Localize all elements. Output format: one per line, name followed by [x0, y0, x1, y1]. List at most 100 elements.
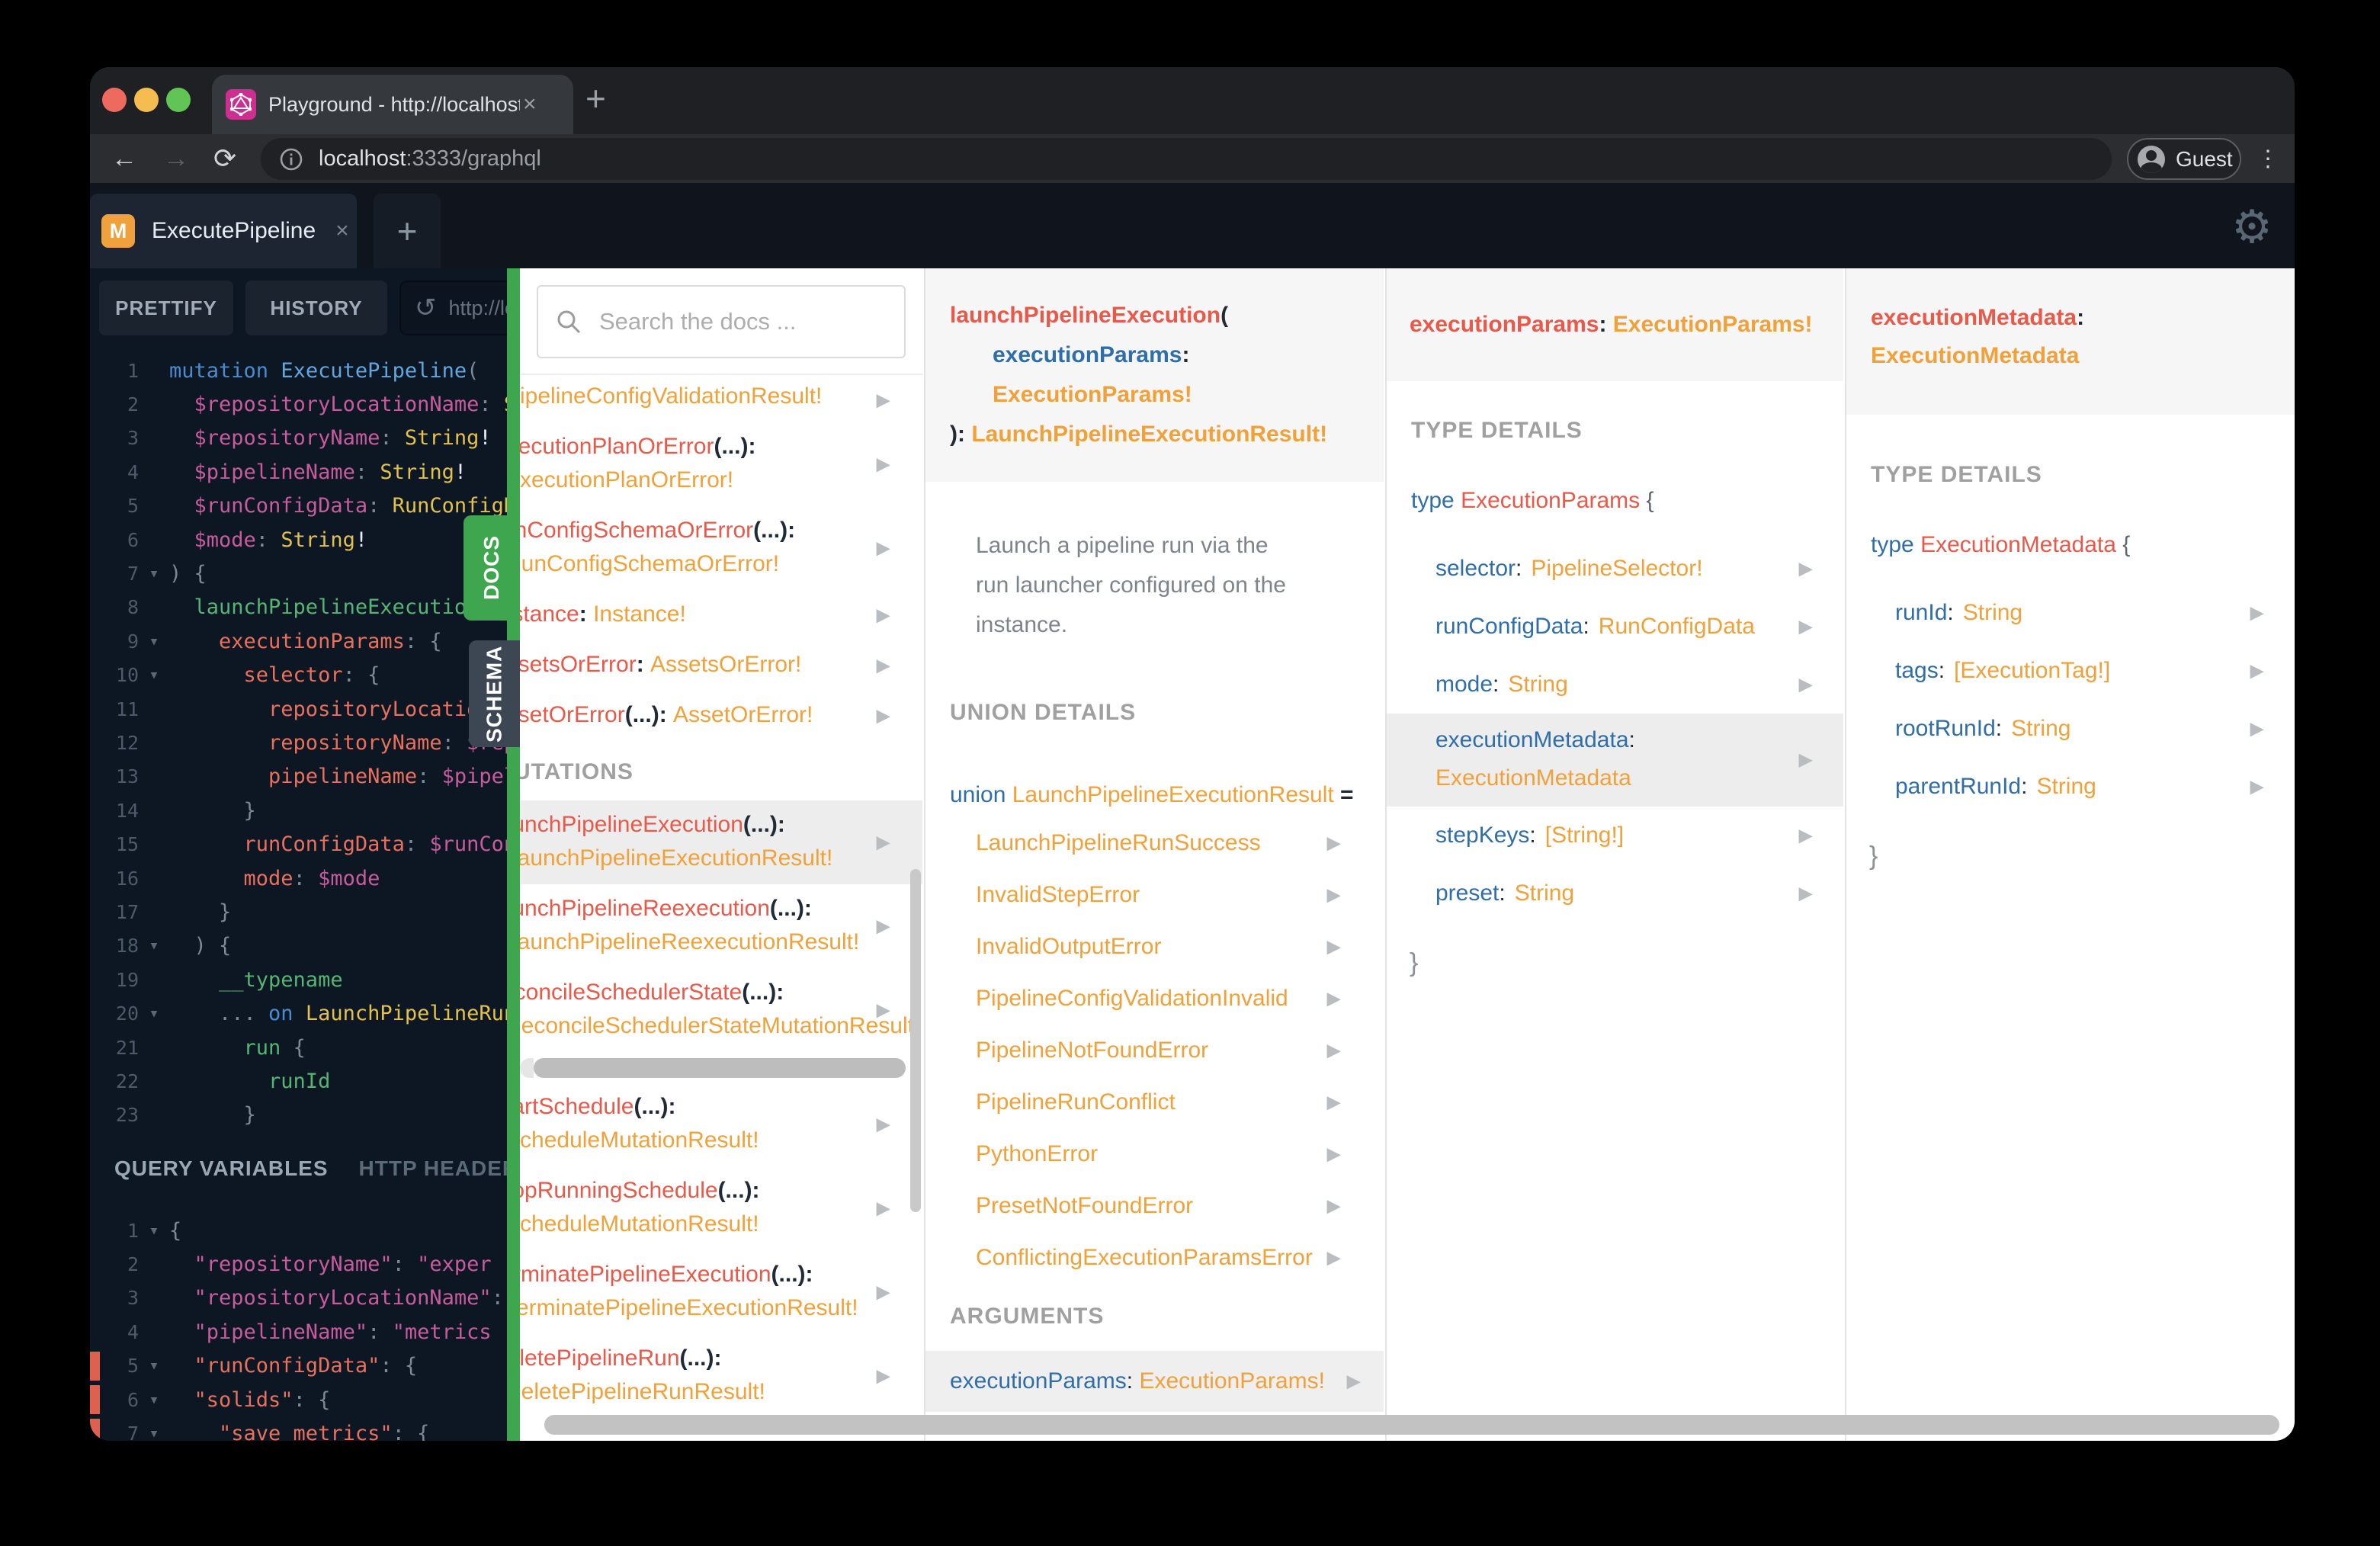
endpoint-input[interactable]: ↺ http://loc: [399, 281, 507, 335]
tab-query-variables[interactable]: QUERY VARIABLES: [114, 1156, 329, 1181]
code-line[interactable]: 9 ▾ executionParams: {: [90, 624, 507, 658]
close-window-button[interactable]: [102, 88, 127, 112]
code-line[interactable]: 11 repositoryLocationName: $repositoryLo…: [90, 692, 507, 726]
tab-http-headers[interactable]: HTTP HEADERS: [359, 1156, 507, 1181]
fold-arrow-icon[interactable]: ▾: [139, 1424, 169, 1441]
docs-item-executionPlanOrError[interactable]: executionPlanOrError(...): ExecutionPlanO…: [520, 422, 922, 506]
query-editor[interactable]: 1 mutation ExecutePipeline(2 $repositoryL…: [90, 354, 507, 1132]
field-row-stepKeys[interactable]: stepKeys: [String!] ▶: [1387, 807, 1843, 864]
union-member-InvalidStepError[interactable]: InvalidStepError ▶: [925, 869, 1384, 921]
code-line[interactable]: 5 $runConfigData: RunConfigData!: [90, 489, 507, 523]
fold-arrow-icon[interactable]: ▾: [139, 1390, 169, 1410]
site-info-icon[interactable]: [279, 147, 303, 172]
schema-side-tab[interactable]: SCHEMA: [469, 640, 520, 747]
code-line[interactable]: 6 $mode: String!: [90, 523, 507, 556]
field-row-parentRunId[interactable]: parentRunId: String ▶: [1846, 758, 2295, 816]
code-line[interactable]: 19 __typename: [90, 963, 507, 996]
list-horizontal-scrollbar[interactable]: [520, 1052, 922, 1083]
union-member-PipelineRunConflict[interactable]: PipelineRunConflict ▶: [925, 1076, 1384, 1128]
prettify-button[interactable]: PRETTIFY: [99, 281, 233, 335]
docs-item-assetsOrError[interactable]: assetsOrError: AssetsOrError! ▶: [520, 640, 922, 691]
minimize-window-button[interactable]: [134, 88, 159, 112]
docs-side-tab[interactable]: DOCS: [463, 515, 520, 621]
docs-item-launchPipelineReexecution[interactable]: launchPipelineReexecution(...): LaunchPip…: [520, 884, 922, 968]
tab-execute-pipeline[interactable]: M ExecutePipeline ×: [90, 194, 357, 268]
code-line[interactable]: 8 launchPipelineExecution(: [90, 591, 507, 624]
code-line[interactable]: 2 $repositoryLocationName: String!: [90, 387, 507, 421]
browser-menu-icon[interactable]: ⋮: [2257, 134, 2279, 183]
reload-schema-icon[interactable]: ↺: [415, 293, 437, 323]
zoom-window-button[interactable]: [166, 88, 191, 112]
docs-horizontal-scrollbar[interactable]: [544, 1415, 2279, 1435]
history-button[interactable]: HISTORY: [245, 281, 387, 335]
code-line[interactable]: 1 mutation ExecutePipeline(: [90, 354, 507, 387]
docs-search-input[interactable]: Search the docs ...: [537, 285, 906, 358]
code-line[interactable]: 2 "repositoryName": "exper: [90, 1247, 507, 1281]
settings-gear-icon[interactable]: ⚙: [2221, 194, 2282, 261]
field-row-preset[interactable]: preset: String ▶: [1387, 864, 1843, 922]
docs-item-deletePipelineRun[interactable]: deletePipelineRun(...): DeletePipelineRun…: [520, 1334, 922, 1418]
fold-arrow-icon[interactable]: ▾: [139, 564, 169, 583]
field-row-rootRunId[interactable]: rootRunId: String ▶: [1846, 700, 2295, 758]
code-line[interactable]: 10 ▾ selector: {: [90, 659, 507, 692]
code-line[interactable]: 17 }: [90, 895, 507, 929]
union-member-PipelineNotFoundError[interactable]: PipelineNotFoundError ▶: [925, 1025, 1384, 1076]
code-line[interactable]: 3 $repositoryName: String!: [90, 422, 507, 455]
union-member-PythonError[interactable]: PythonError ▶: [925, 1128, 1384, 1180]
back-icon[interactable]: ←: [111, 134, 137, 183]
variables-editor[interactable]: 1 ▾{2 "repositoryName": "exper 3 "reposito…: [90, 1214, 507, 1441]
code-line[interactable]: 3 "repositoryLocationName":: [90, 1281, 507, 1315]
union-member-LaunchPipelineRunSuccess[interactable]: LaunchPipelineRunSuccess ▶: [925, 817, 1384, 869]
forward-icon[interactable]: →: [163, 134, 189, 183]
add-playground-tab-button[interactable]: +: [374, 194, 441, 268]
code-line[interactable]: 16 mode: $mode: [90, 861, 507, 895]
docs-item-launchPipelineExecution[interactable]: launchPipelineExecution(...): LaunchPipel…: [520, 800, 922, 884]
code-line[interactable]: 21 run {: [90, 1031, 507, 1064]
code-line[interactable]: 6 ▾ "solids": {: [90, 1383, 507, 1416]
browser-tab[interactable]: Playground - http://localhost:3 ×: [212, 75, 573, 134]
field-row-tags[interactable]: tags: [ExecutionTag!] ▶: [1846, 642, 2295, 700]
code-line[interactable]: 22 runId: [90, 1064, 507, 1098]
docs-item[interactable]: PipelineConfigValidationResult! ▶: [520, 378, 922, 422]
code-line[interactable]: 20▾ ... on LaunchPipelineRunSuccess: [90, 996, 507, 1030]
reload-icon[interactable]: ⟳: [213, 134, 236, 183]
docs-vertical-scrollbar[interactable]: [910, 869, 921, 1212]
profile-button[interactable]: Guest: [2127, 138, 2241, 180]
fold-arrow-icon[interactable]: ▾: [139, 936, 169, 955]
code-line[interactable]: 12 repositoryName: $repositoryName: [90, 726, 507, 759]
docs-item-terminatePipelineExecution[interactable]: terminatePipelineExecution(...): Terminat…: [520, 1250, 922, 1334]
docs-item-instance[interactable]: instance: Instance! ▶: [520, 590, 922, 640]
code-line[interactable]: 4 $pipelineName: String!: [90, 455, 507, 489]
close-playground-tab-icon[interactable]: ×: [335, 218, 349, 244]
code-line[interactable]: 23 }: [90, 1099, 507, 1132]
docs-item-stopRunningSchedule[interactable]: stopRunningSchedule(...): ScheduleMutatio…: [520, 1166, 922, 1250]
field-row-selector[interactable]: selector: PipelineSelector! ▶: [1387, 540, 1843, 598]
field-row-runId[interactable]: runId: String ▶: [1846, 584, 2295, 642]
code-line[interactable]: 15 runConfigData: $runConfigData: [90, 827, 507, 861]
code-line[interactable]: 4 "pipelineName": "metrics: [90, 1315, 507, 1349]
code-line[interactable]: 5 ▾ "runConfigData": {: [90, 1349, 507, 1383]
code-line[interactable]: 18 ▾ ) {: [90, 929, 507, 963]
code-line[interactable]: 7 ▾ "save_metrics": {: [90, 1416, 507, 1441]
docs-item-assetOrError[interactable]: assetOrError(...): AssetOrError! ▶: [520, 691, 922, 741]
fold-arrow-icon[interactable]: ▾: [139, 1221, 169, 1240]
argument-row[interactable]: executionParams: ExecutionParams! ▶: [925, 1351, 1384, 1412]
fold-arrow-icon[interactable]: ▾: [139, 632, 169, 651]
field-row-runConfigData[interactable]: runConfigData: RunConfigData ▶: [1387, 598, 1843, 656]
docs-item-startSchedule[interactable]: startSchedule(...): ScheduleMutationResul…: [520, 1083, 922, 1166]
address-bar[interactable]: localhost:3333/graphql: [261, 138, 2112, 180]
new-tab-button[interactable]: +: [585, 78, 606, 119]
union-member-ConflictingExecutionParamsError[interactable]: ConflictingExecutionParamsError ▶: [925, 1232, 1384, 1284]
union-member-PresetNotFoundError[interactable]: PresetNotFoundError ▶: [925, 1180, 1384, 1232]
docs-item-reconcileSchedulerState[interactable]: reconcileSchedulerState(...): ReconcileSc…: [520, 968, 922, 1052]
fold-arrow-icon[interactable]: ▾: [139, 1004, 169, 1023]
union-member-InvalidOutputError[interactable]: InvalidOutputError ▶: [925, 921, 1384, 973]
scrollbar-thumb[interactable]: [534, 1058, 906, 1078]
code-line[interactable]: 7 ▾) {: [90, 556, 507, 590]
fold-arrow-icon[interactable]: ▾: [139, 666, 169, 685]
close-tab-icon[interactable]: ×: [523, 91, 537, 117]
fold-arrow-icon[interactable]: ▾: [139, 1356, 169, 1375]
field-row-executionMetadata[interactable]: executionMetadata: ExecutionMetadata ▶: [1387, 714, 1843, 807]
code-line[interactable]: 13 pipelineName: $pipelineName: [90, 760, 507, 794]
field-row-mode[interactable]: mode: String ▶: [1387, 656, 1843, 714]
